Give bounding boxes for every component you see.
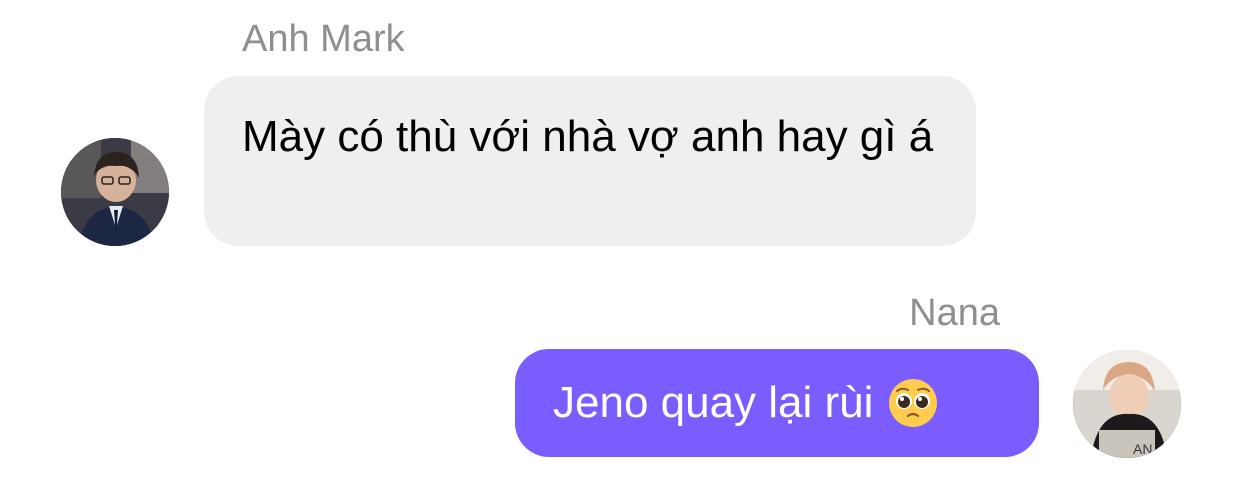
svg-text:AN: AN [1133,441,1152,457]
avatar-anh-mark[interactable] [61,138,169,246]
sender-name-nana: Nana [909,292,1000,334]
outgoing-message-text: Jeno quay lại rùi [553,378,874,427]
avatar-nana[interactable]: AN [1073,350,1181,458]
incoming-message-text: Mày có thù với nhà vợ anh hay gì á [242,112,934,161]
sender-name-anh-mark: Anh Mark [242,18,405,60]
outgoing-message-bubble[interactable]: Jeno quay lại rùi [515,349,1039,457]
pleading-face-icon [887,377,939,429]
incoming-message-bubble[interactable]: Mày có thù với nhà vợ anh hay gì á [204,76,976,246]
